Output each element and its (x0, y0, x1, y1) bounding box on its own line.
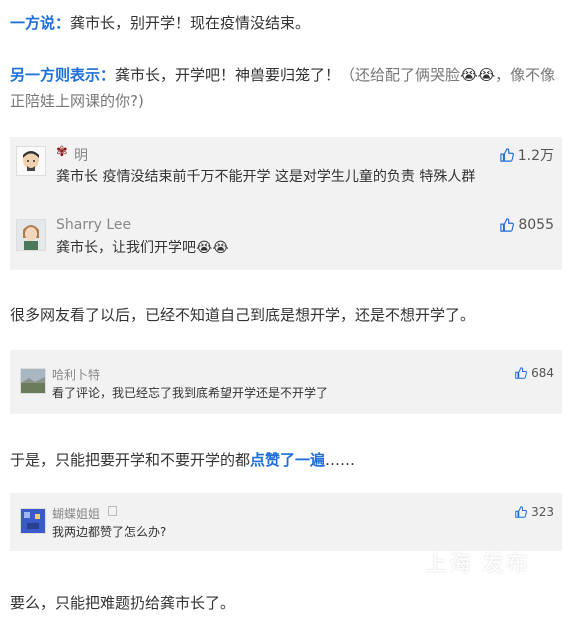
thumb-up-icon (500, 218, 515, 232)
one-side-text: 龚市长，别开学！现在疫情没结束。 (70, 14, 311, 32)
comment-box-1: ✾ 明 1.2万 龚市长 疫情没结束前千万不能开学 这是对学生儿童的负责 特殊人… (10, 137, 562, 270)
liked-both-text: 于是，只能把要开学和不要开学的都 (10, 451, 251, 469)
comment-text: 龚市长，让我们开学吧😭😭 (56, 237, 229, 257)
avatar[interactable] (20, 508, 46, 534)
avatar-pixel-icon (21, 509, 45, 533)
comment-text: 我两边都赞了怎么办? (52, 525, 167, 539)
like-button[interactable]: 323 (515, 505, 554, 519)
thumb-up-icon (500, 148, 514, 162)
other-side-note: （还给配了俩哭脸 (340, 66, 461, 84)
comment-username[interactable]: 蝴蝶姐姐 (52, 505, 100, 522)
avatar-face-icon (17, 147, 45, 175)
comment-text: 龚市长 疫情没结束前千万不能开学 这是对学生儿童的负责 特殊人群 (56, 169, 476, 185)
label-other-side: 另一方则表示 (10, 66, 101, 84)
like-count: 8055 (518, 217, 554, 233)
badge-icon (108, 506, 117, 516)
like-count: 684 (531, 366, 554, 380)
colon: ： (100, 66, 116, 84)
liked-both-highlight: 点赞了一遍 (250, 451, 326, 469)
avatar[interactable] (16, 219, 46, 251)
comment-box-2: 哈利卜特 684 看了评论，我已经忘了我到底希望开学还是不开学了 (10, 350, 562, 414)
paragraph-confused: 很多网友看了以后，已经不知道自己到底是想开学，还是不想开学了。 (10, 306, 476, 324)
avatar[interactable] (16, 146, 46, 176)
badge-icon: ✾ (56, 144, 68, 160)
comment-username[interactable]: 明 (74, 145, 88, 165)
thumb-up-icon (515, 506, 528, 518)
like-button[interactable]: 8055 (500, 217, 554, 233)
liked-both-tail: …… (325, 451, 356, 469)
comment-username[interactable]: Sharry Lee (56, 217, 131, 233)
avatar-person-icon (17, 220, 45, 250)
paragraph-last: 要么，只能把难题扔给龚市长了。 (10, 594, 236, 612)
comment-box-3: 蝴蝶姐姐 323 我两边都赞了怎么办? (10, 493, 562, 551)
comment-text-body: 龚市长，让我们开学吧 (56, 240, 196, 256)
label-one-side: 一方说 (10, 14, 56, 32)
paragraph-liked-both: 于是，只能把要开学和不要开学的都点赞了一遍…… (10, 447, 562, 473)
comment-username[interactable]: 哈利卜特 (52, 366, 100, 383)
thumb-up-icon (515, 367, 528, 379)
colon: ： (55, 14, 71, 32)
other-side-text: 龚市长，开学吧！神兽要归笼了！ (115, 66, 341, 84)
watermark: 上海 发布 (425, 552, 530, 577)
avatar-landscape-icon (21, 369, 45, 393)
like-count: 323 (531, 505, 554, 519)
avatar[interactable] (20, 368, 46, 394)
crying-face-icon: 😭😭 (460, 66, 496, 84)
paragraph-one-side: 一方说：龚市长，别开学！现在疫情没结束。 (10, 10, 562, 36)
like-count: 1.2万 (517, 148, 554, 164)
like-button[interactable]: 1.2万 (500, 145, 554, 165)
like-button[interactable]: 684 (515, 366, 554, 380)
crying-face-icon: 😭😭 (196, 240, 229, 256)
comment-text: 看了评论，我已经忘了我到底希望开学还是不开学了 (52, 386, 329, 400)
paragraph-other-side: 另一方则表示：龚市长，开学吧！神兽要归笼了！（还给配了俩哭脸😭😭，像不像正陪娃上… (10, 62, 562, 114)
